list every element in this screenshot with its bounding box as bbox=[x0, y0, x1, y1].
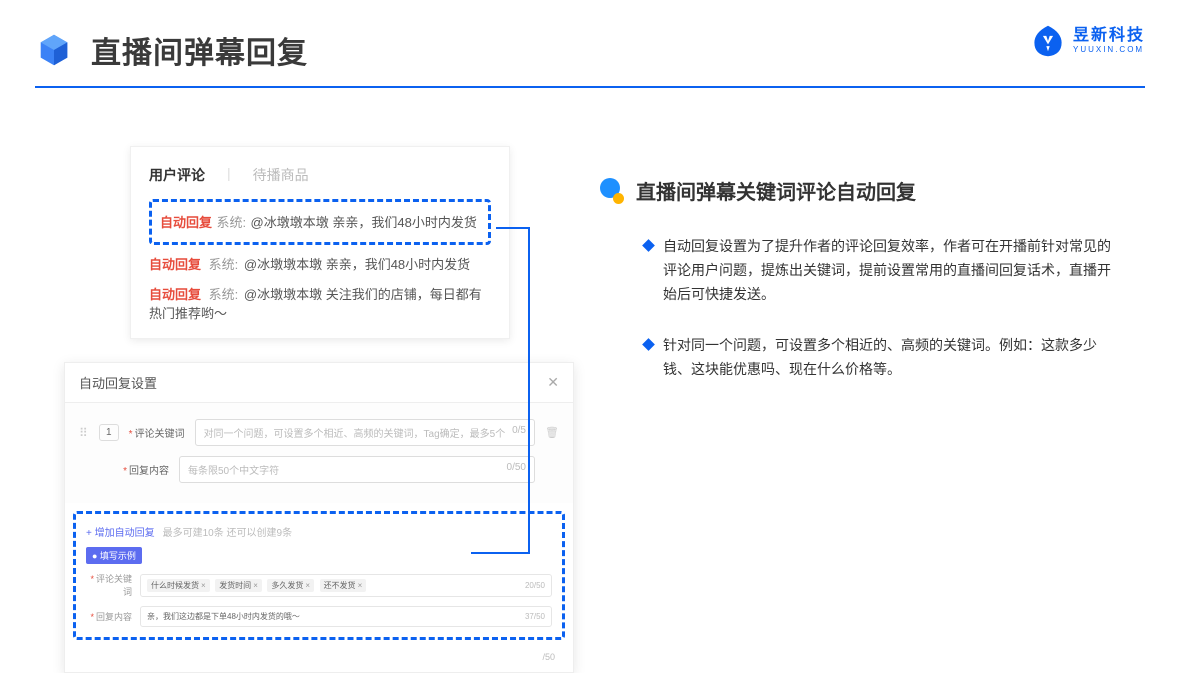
keyword-tag: 还不发货× bbox=[320, 579, 367, 592]
diamond-bullet-icon bbox=[642, 339, 655, 352]
brand-name-cn: 昱新科技 bbox=[1073, 28, 1145, 44]
comment-text: @冰墩墩本墩 亲亲，我们48小时内发货 bbox=[251, 215, 477, 230]
brand-icon bbox=[1031, 24, 1065, 58]
auto-reply-tag: 自动回复 bbox=[160, 215, 212, 230]
rule-number: 1 bbox=[99, 424, 119, 441]
char-count: 0/50 bbox=[507, 462, 526, 477]
system-label: 系统: bbox=[216, 215, 246, 230]
diamond-bullet-icon bbox=[642, 239, 655, 252]
header-rule bbox=[35, 86, 1145, 88]
example-reply-label: *回复内容 bbox=[86, 610, 132, 623]
example-reply-input: 亲，我们这边都是下单48小时内发货的哦～ 37/50 bbox=[140, 606, 552, 627]
auto-reply-settings-panel: 自动回复设置 ✕ ⠿ 1 *评论关键词 对同一个问题，可设置多个相近、高频的关键… bbox=[64, 362, 574, 673]
example-keyword-label: *评论关键词 bbox=[86, 572, 132, 598]
example-section: + 增加自动回复 最多可建10条 还可以创建9条 ● 填写示例 *评论关键词 什… bbox=[73, 511, 565, 640]
char-count: 37/50 bbox=[525, 612, 545, 621]
connector-line bbox=[471, 552, 530, 554]
tab-divider: | bbox=[227, 165, 231, 185]
tab-user-comments[interactable]: 用户评论 bbox=[149, 165, 205, 185]
section-title: 直播间弹幕关键词评论自动回复 bbox=[636, 176, 916, 205]
keyword-input[interactable]: 对同一个问题，可设置多个相近、高频的关键词，Tag确定，最多5个 0/5 bbox=[195, 419, 535, 446]
highlighted-comment: 自动回复 系统: @冰墩墩本墩 亲亲，我们48小时内发货 bbox=[149, 199, 491, 245]
trash-icon[interactable]: 🗑 bbox=[545, 426, 559, 439]
bullet-item: 自动回复设置为了提升作者的评论回复效率，作者可在开播前针对常见的评论用户问题，提… bbox=[644, 235, 1140, 306]
bullet-item: 针对同一个问题，可设置多个相近的、高频的关键词。例如：这款多少钱、这块能优惠吗、… bbox=[644, 334, 1140, 382]
close-icon[interactable]: ✕ bbox=[547, 374, 559, 391]
section-bullet-icon bbox=[600, 178, 626, 204]
system-label: 系统: bbox=[209, 257, 239, 272]
brand: 昱新科技 YUUXIN.COM bbox=[1031, 24, 1145, 58]
example-reply-text: 亲，我们这边都是下单48小时内发货的哦～ bbox=[147, 611, 525, 622]
field-label-reply: *回复内容 bbox=[113, 462, 169, 477]
comment-row: 自动回复 系统: @冰墩墩本墩 关注我们的店铺，每日都有热门推荐哟～ bbox=[149, 285, 491, 324]
placeholder: 每条限50个中文字符 bbox=[188, 462, 279, 477]
reply-input[interactable]: 每条限50个中文字符 0/50 bbox=[179, 456, 535, 483]
keyword-tag: 发货时间× bbox=[215, 579, 262, 592]
connector-line bbox=[528, 227, 530, 553]
panel-title: 自动回复设置 bbox=[79, 373, 157, 392]
add-hint: 最多可建10条 还可以创建9条 bbox=[163, 524, 292, 539]
outer-count: /50 bbox=[65, 648, 573, 672]
example-badge: ● 填写示例 bbox=[86, 547, 142, 564]
content-right: 直播间弹幕关键词评论自动回复 自动回复设置为了提升作者的评论回复效率，作者可在开… bbox=[600, 176, 1140, 410]
keyword-tag: 多久发货× bbox=[267, 579, 314, 592]
field-label-keyword: *评论关键词 bbox=[129, 425, 185, 440]
auto-reply-tag: 自动回复 bbox=[149, 257, 201, 272]
keyword-tag: 什么时候发货× bbox=[147, 579, 210, 592]
bullet-text: 针对同一个问题，可设置多个相近的、高频的关键词。例如：这款多少钱、这块能优惠吗、… bbox=[663, 334, 1123, 382]
page-title: 直播间弹幕回复 bbox=[91, 28, 308, 72]
char-count: 0/5 bbox=[512, 425, 526, 440]
auto-reply-tag: 自动回复 bbox=[149, 287, 201, 302]
comment-text: @冰墩墩本墩 亲亲，我们48小时内发货 bbox=[244, 257, 470, 272]
comment-row: 自动回复 系统: @冰墩墩本墩 亲亲，我们48小时内发货 bbox=[149, 255, 491, 275]
page-header: 直播间弹幕回复 昱新科技 YUUXIN.COM bbox=[35, 28, 1145, 72]
example-keyword-input: 什么时候发货× 发货时间× 多久发货× 还不发货× 20/50 bbox=[140, 574, 552, 597]
add-auto-reply-link[interactable]: + 增加自动回复 bbox=[86, 524, 155, 539]
cube-icon bbox=[35, 31, 73, 69]
tab-pending-goods[interactable]: 待播商品 bbox=[253, 165, 309, 185]
bullet-text: 自动回复设置为了提升作者的评论回复效率，作者可在开播前针对常见的评论用户问题，提… bbox=[663, 235, 1123, 306]
system-label: 系统: bbox=[209, 287, 239, 302]
connector-line bbox=[496, 227, 530, 229]
comments-panel: 用户评论 | 待播商品 自动回复 系统: @冰墩墩本墩 亲亲，我们48小时内发货… bbox=[130, 146, 510, 339]
drag-handle-icon[interactable]: ⠿ bbox=[79, 426, 89, 440]
char-count: 20/50 bbox=[525, 581, 545, 590]
brand-name-en: YUUXIN.COM bbox=[1073, 46, 1145, 54]
placeholder: 对同一个问题，可设置多个相近、高频的关键词，Tag确定，最多5个 bbox=[204, 425, 506, 440]
